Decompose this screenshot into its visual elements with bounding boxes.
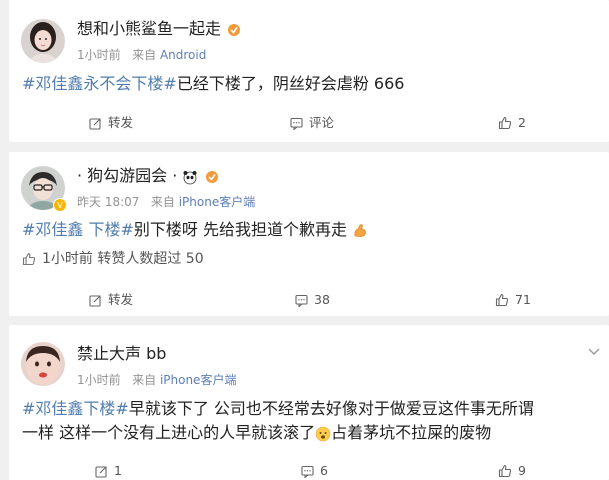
comment-icon (290, 117, 303, 130)
post-card: 禁止大声 bb 1小时前 来自 iPhone客户端 #邓佳鑫下楼#早就该下了 公… (9, 325, 609, 480)
post-text: #邓佳鑫下楼#早就该下了 公司也不经常去好像对于做爱豆这件事无所谓 一样 这样一… (22, 397, 597, 445)
post-time: 1小时前 (77, 48, 121, 62)
repost-label: 转发 (108, 115, 134, 130)
badge-icon (228, 23, 241, 36)
topic-link[interactable]: #邓佳鑫永不会下楼# (22, 74, 177, 93)
comment-count: 38 (314, 292, 330, 307)
comment-icon (301, 465, 314, 478)
post-body: 早就该下了 公司也不经常去好像对于做爱豆这件事无所谓 (128, 399, 534, 418)
comment-icon (295, 294, 308, 307)
avatar[interactable] (21, 19, 65, 63)
post-card: V · 狗勾游园会 · 昨天 18:07 来自 iPhone客户端 #邓佳鑫 下… (9, 152, 609, 316)
share-icon (89, 117, 101, 130)
post-meta: 1小时前 来自 iPhone客户端 (77, 372, 236, 388)
avatar[interactable] (21, 342, 65, 386)
chevron-down-icon[interactable] (587, 347, 601, 357)
repost-label: 转发 (108, 292, 134, 307)
username-text[interactable]: 想和小熊鲨鱼一起走 (77, 19, 221, 38)
post-body: 别下楼呀 先给我担道个歉再走 (133, 220, 347, 239)
verified-badge-icon: V (53, 198, 67, 212)
share-icon (95, 465, 107, 478)
repost-button[interactable]: 转发 (89, 114, 133, 132)
source-prefix: 来自 (132, 48, 157, 62)
thumbs-up-icon (498, 116, 512, 130)
source-prefix: 来自 (132, 373, 157, 387)
thumbs-up-icon (495, 293, 509, 307)
like-count: 71 (515, 292, 531, 307)
thumbs-up-icon (22, 252, 36, 266)
source-prefix: 来自 (150, 195, 175, 209)
post-body: 占着茅坑不拉屎的废物 (331, 423, 492, 442)
post-source[interactable]: iPhone客户端 (179, 195, 256, 209)
topic-link[interactable]: #邓佳鑫 下楼# (22, 220, 134, 239)
username[interactable]: 禁止大声 bb (77, 344, 166, 364)
username-text[interactable]: 禁止大声 bb (77, 344, 166, 363)
comment-button[interactable]: 38 (295, 291, 330, 309)
thumbs-up-icon (498, 464, 512, 478)
repost-count: 1 (114, 463, 122, 478)
comment-button[interactable]: 6 (301, 462, 328, 480)
like-count: 9 (518, 463, 526, 478)
svg-text:V: V (57, 201, 63, 210)
like-summary-text: 1小时前 转赞人数超过 50 (42, 251, 204, 267)
post-time: 昨天 18:07 (77, 195, 140, 209)
share-icon (89, 294, 101, 307)
badge-icon (205, 170, 218, 183)
post-text: #邓佳鑫 下楼#别下楼呀 先给我担道个歉再走 (22, 218, 597, 242)
like-button[interactable]: 9 (498, 462, 526, 480)
like-button[interactable]: 71 (495, 291, 531, 309)
like-summary[interactable]: 1小时前 转赞人数超过 50 (22, 250, 204, 268)
panda-icon (183, 170, 197, 184)
repost-button[interactable]: 1 (95, 462, 122, 480)
post-source[interactable]: Android (160, 48, 206, 62)
post-body: 一样 这样一个没有上进心的人早就该滚了 (22, 423, 316, 442)
bicep-emoji-icon (354, 223, 366, 237)
post-text: #邓佳鑫永不会下楼#已经下楼了，阴丝好会虐粉 666 (22, 72, 597, 96)
worried-face-emoji-icon (315, 426, 331, 441)
post-body: 已经下楼了，阴丝好会虐粉 666 (176, 74, 405, 93)
topic-link[interactable]: #邓佳鑫下楼# (22, 399, 129, 418)
like-button[interactable]: 2 (498, 114, 526, 132)
post-card: 想和小熊鲨鱼一起走 1小时前 来自 Android #邓佳鑫永不会下楼#已经下楼… (9, 0, 609, 142)
post-meta: 1小时前 来自 Android (77, 47, 206, 63)
comment-count: 6 (320, 463, 328, 478)
repost-button[interactable]: 转发 (89, 291, 133, 309)
post-line-1: #邓佳鑫下楼#早就该下了 公司也不经常去好像对于做爱豆这件事无所谓 (22, 397, 597, 421)
username-text[interactable]: · 狗勾游园会 · (77, 166, 177, 185)
weibo-feed: 想和小熊鲨鱼一起走 1小时前 来自 Android #邓佳鑫永不会下楼#已经下楼… (0, 0, 609, 480)
comment-button[interactable]: 评论 (290, 114, 334, 132)
post-time: 1小时前 (77, 373, 121, 387)
post-line-2: 一样 这样一个没有上进心的人早就该滚了 占着茅坑不拉屎的废物 (22, 421, 597, 445)
username[interactable]: 想和小熊鲨鱼一起走 (77, 19, 242, 39)
username[interactable]: · 狗勾游园会 · (77, 166, 220, 186)
post-meta: 昨天 18:07 来自 iPhone客户端 (77, 194, 255, 210)
like-count: 2 (518, 115, 526, 130)
post-source[interactable]: iPhone客户端 (160, 373, 237, 387)
comment-count: 评论 (309, 115, 335, 130)
